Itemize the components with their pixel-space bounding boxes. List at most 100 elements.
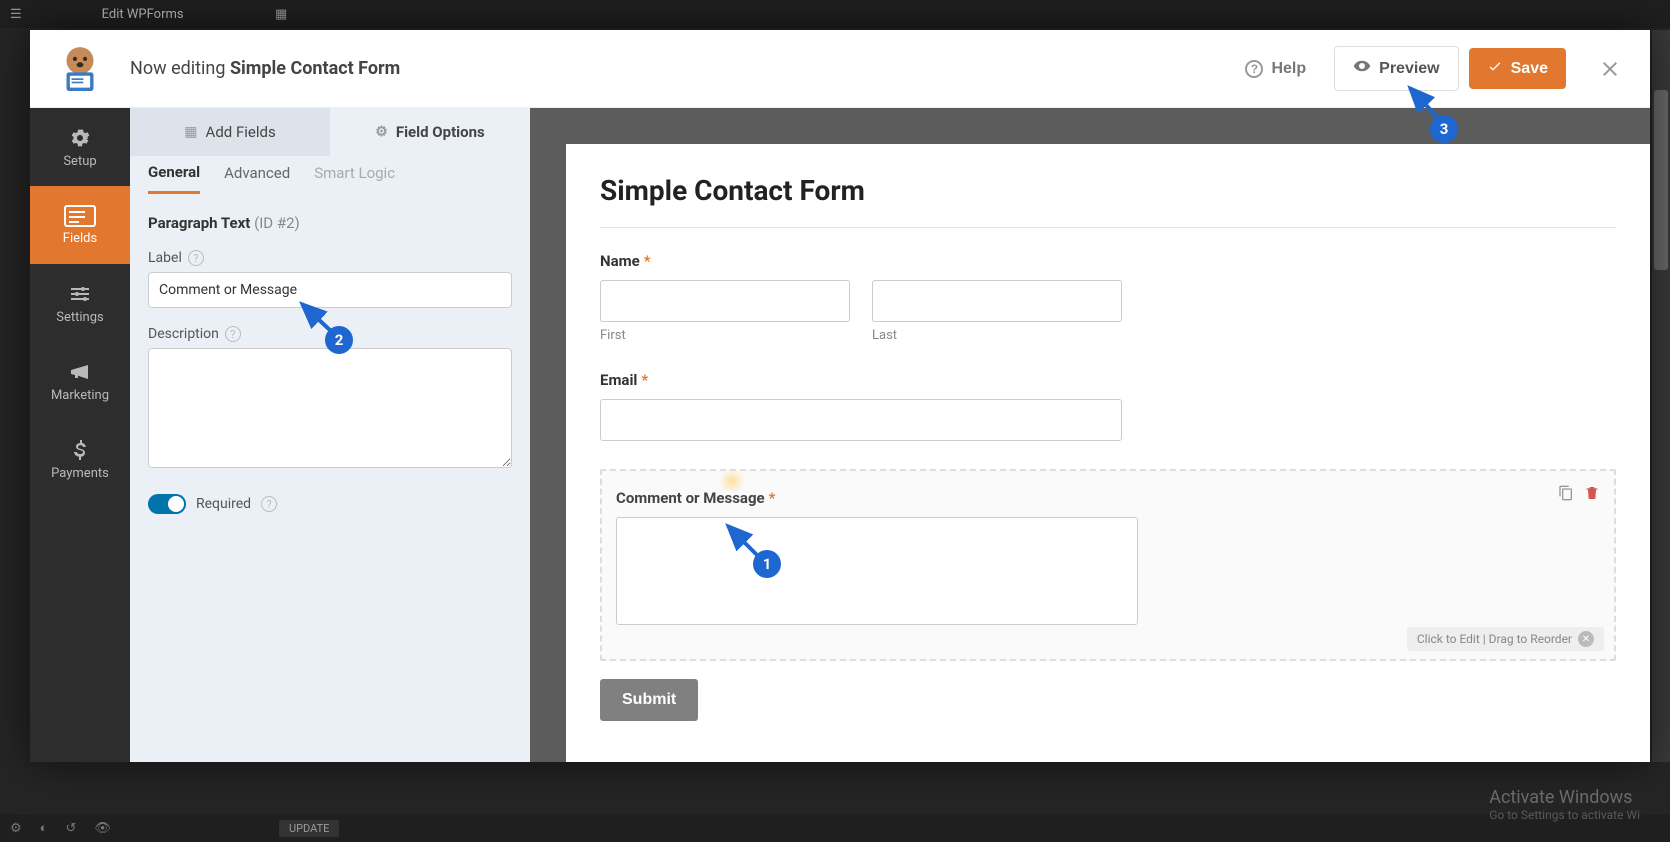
- sliders-small-icon: ⚙: [375, 124, 388, 140]
- form-name[interactable]: Simple Contact Form: [230, 58, 400, 79]
- field-options-subtabs: General Advanced Smart Logic: [130, 156, 530, 200]
- subtab-general[interactable]: General: [148, 163, 200, 194]
- help-label: Help: [1271, 60, 1306, 78]
- required-row: Required ?: [148, 494, 512, 514]
- wpforms-logo: [30, 30, 130, 108]
- field-type-name: Paragraph Text: [148, 214, 250, 232]
- cursor-highlight: [718, 469, 746, 493]
- megaphone-icon: [68, 360, 92, 384]
- close-icon: [1598, 57, 1622, 81]
- tab-field-options[interactable]: ⚙ Field Options: [330, 108, 530, 156]
- help-icon: ?: [1245, 60, 1263, 78]
- list-icon: ▦: [184, 124, 197, 140]
- panel-tabs: ▦ Add Fields ⚙ Field Options: [130, 108, 530, 156]
- wp-admin-bar: ☰ Edit WPForms ▦: [0, 0, 1670, 28]
- wp-page-title: Edit WPForms: [102, 7, 184, 22]
- annotation-3: 3: [1430, 115, 1458, 143]
- nav-settings-label: Settings: [56, 310, 103, 325]
- wpforms-logo-icon: [53, 42, 107, 96]
- nav-fields[interactable]: Fields: [30, 186, 130, 264]
- field-id: (ID #2): [254, 214, 300, 232]
- scrollbar-thumb[interactable]: [1654, 90, 1668, 270]
- subtab-advanced[interactable]: Advanced: [224, 164, 290, 192]
- last-sublabel: Last: [872, 328, 1122, 343]
- tab-field-options-label: Field Options: [396, 123, 485, 141]
- history-icon[interactable]: ↺: [66, 821, 77, 836]
- field-hint: Click to Edit | Drag to Reorder ✕: [1407, 627, 1604, 651]
- comment-textarea[interactable]: [616, 517, 1138, 625]
- eye-icon: [1353, 57, 1371, 80]
- windows-watermark: Activate Windows Go to Settings to activ…: [1489, 787, 1640, 822]
- field-options-body: Paragraph Text (ID #2) Label ? Descripti…: [130, 200, 530, 528]
- nav-fields-label: Fields: [63, 231, 97, 246]
- editing-label: Now editing Simple Contact Form: [130, 58, 400, 79]
- email-field[interactable]: Email*: [600, 371, 1616, 441]
- field-type-heading: Paragraph Text (ID #2): [148, 214, 512, 232]
- help-tooltip-icon[interactable]: ?: [225, 326, 241, 342]
- nav-settings[interactable]: Settings: [30, 264, 130, 342]
- now-editing-text: Now editing: [130, 58, 225, 79]
- tab-add-fields[interactable]: ▦ Add Fields: [130, 108, 330, 156]
- dollar-icon: [68, 438, 92, 462]
- name-field[interactable]: Name* First Last: [600, 252, 1616, 343]
- field-actions: [1558, 485, 1600, 505]
- nav-setup-label: Setup: [63, 154, 96, 169]
- preview-label: Preview: [1379, 60, 1439, 78]
- email-input[interactable]: [600, 399, 1122, 441]
- nav-payments-label: Payments: [51, 466, 109, 481]
- nav-marketing-label: Marketing: [51, 388, 109, 403]
- builder-main: Setup Fields Settings Marketing Payments: [30, 108, 1650, 762]
- apps-grid-icon[interactable]: ▦: [275, 7, 287, 22]
- hint-close-icon[interactable]: ✕: [1578, 631, 1594, 647]
- sliders-icon: [68, 282, 92, 306]
- first-name-input[interactable]: [600, 280, 850, 322]
- wp-bottom-bar: ⚙ ◐ ↺ 👁 UPDATE: [0, 814, 1670, 842]
- delete-icon[interactable]: [1584, 485, 1600, 505]
- comment-label: Comment or Message: [616, 489, 765, 507]
- fields-icon: [64, 205, 96, 227]
- annotation-1: 1: [753, 550, 781, 578]
- hamburger-icon[interactable]: ☰: [10, 7, 22, 22]
- save-label: Save: [1511, 60, 1548, 78]
- subtab-smart-logic[interactable]: Smart Logic: [314, 164, 395, 192]
- nav-payments[interactable]: Payments: [30, 420, 130, 498]
- first-sublabel: First: [600, 328, 850, 343]
- form-preview: Simple Contact Form Name* First Last: [566, 144, 1650, 762]
- preview-form-title: Simple Contact Form: [600, 174, 1616, 207]
- nav-marketing[interactable]: Marketing: [30, 342, 130, 420]
- scrollbar-track[interactable]: [1652, 30, 1670, 762]
- help-tooltip-icon[interactable]: ?: [261, 496, 277, 512]
- preview-canvas: Simple Contact Form Name* First Last: [530, 108, 1650, 762]
- description-input[interactable]: [148, 348, 512, 468]
- description-caption: Description: [148, 326, 219, 342]
- collapse-icon[interactable]: ◐: [40, 820, 48, 836]
- required-asterisk: *: [641, 371, 648, 389]
- watermark-sub: Go to Settings to activate Wi: [1489, 808, 1640, 822]
- check-icon: [1487, 58, 1503, 79]
- annotation-2: 2: [325, 326, 353, 354]
- label-caption: Label: [148, 250, 182, 266]
- builder-leftnav: Setup Fields Settings Marketing Payments: [30, 108, 130, 762]
- required-asterisk: *: [769, 489, 776, 507]
- required-toggle[interactable]: [148, 494, 186, 514]
- email-label: Email: [600, 371, 637, 389]
- field-hint-text: Click to Edit | Drag to Reorder: [1417, 632, 1572, 646]
- update-button[interactable]: UPDATE: [279, 820, 339, 837]
- gear-icon: [68, 126, 92, 150]
- watermark-title: Activate Windows: [1489, 787, 1632, 808]
- close-builder-button[interactable]: [1590, 49, 1630, 89]
- save-button[interactable]: Save: [1469, 48, 1566, 89]
- required-label: Required: [196, 496, 251, 512]
- eye-small-icon[interactable]: 👁: [94, 821, 111, 836]
- last-name-input[interactable]: [872, 280, 1122, 322]
- field-options-panel: ▦ Add Fields ⚙ Field Options General Adv…: [130, 108, 530, 762]
- settings-small-icon[interactable]: ⚙: [10, 821, 22, 836]
- nav-setup[interactable]: Setup: [30, 108, 130, 186]
- duplicate-icon[interactable]: [1558, 485, 1574, 505]
- form-builder-modal: Now editing Simple Contact Form ? Help P…: [30, 30, 1650, 762]
- help-tooltip-icon[interactable]: ?: [188, 250, 204, 266]
- help-button[interactable]: ? Help: [1227, 50, 1324, 88]
- submit-button[interactable]: Submit: [600, 679, 698, 721]
- required-asterisk: *: [644, 252, 651, 270]
- name-label: Name: [600, 252, 640, 270]
